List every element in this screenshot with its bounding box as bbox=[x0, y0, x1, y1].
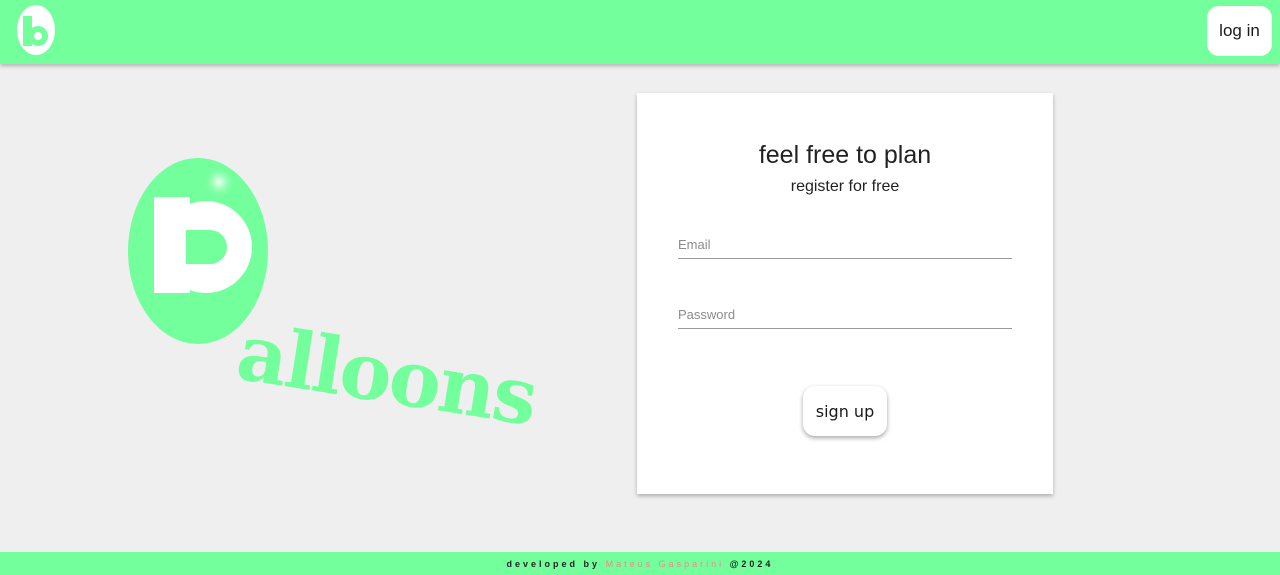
card-subtitle: register for free bbox=[790, 178, 900, 195]
email-field bbox=[678, 225, 1012, 259]
balloon-logo-icon[interactable] bbox=[16, 5, 56, 57]
balloons-wordmark: alloons bbox=[231, 307, 542, 440]
top-bar: log in bbox=[0, 0, 1280, 64]
footer: developed by Mateus Gasparini @2024 bbox=[0, 552, 1280, 575]
email-input[interactable] bbox=[678, 225, 1012, 258]
login-button[interactable]: log in bbox=[1207, 6, 1272, 56]
card-title: feel free to plan bbox=[758, 141, 932, 169]
footer-year: @2024 bbox=[729, 559, 774, 569]
balloons-logo-icon: alloons bbox=[128, 158, 542, 444]
password-field bbox=[678, 295, 1012, 329]
footer-prefix: developed by bbox=[506, 559, 601, 569]
hero-logo: alloons bbox=[120, 150, 550, 444]
footer-author-link[interactable]: Mateus Gasparini bbox=[606, 559, 725, 569]
register-card: feel free to plan register for free sign… bbox=[637, 93, 1053, 494]
password-input[interactable] bbox=[678, 295, 1012, 328]
signup-button[interactable]: sign up bbox=[803, 386, 887, 436]
